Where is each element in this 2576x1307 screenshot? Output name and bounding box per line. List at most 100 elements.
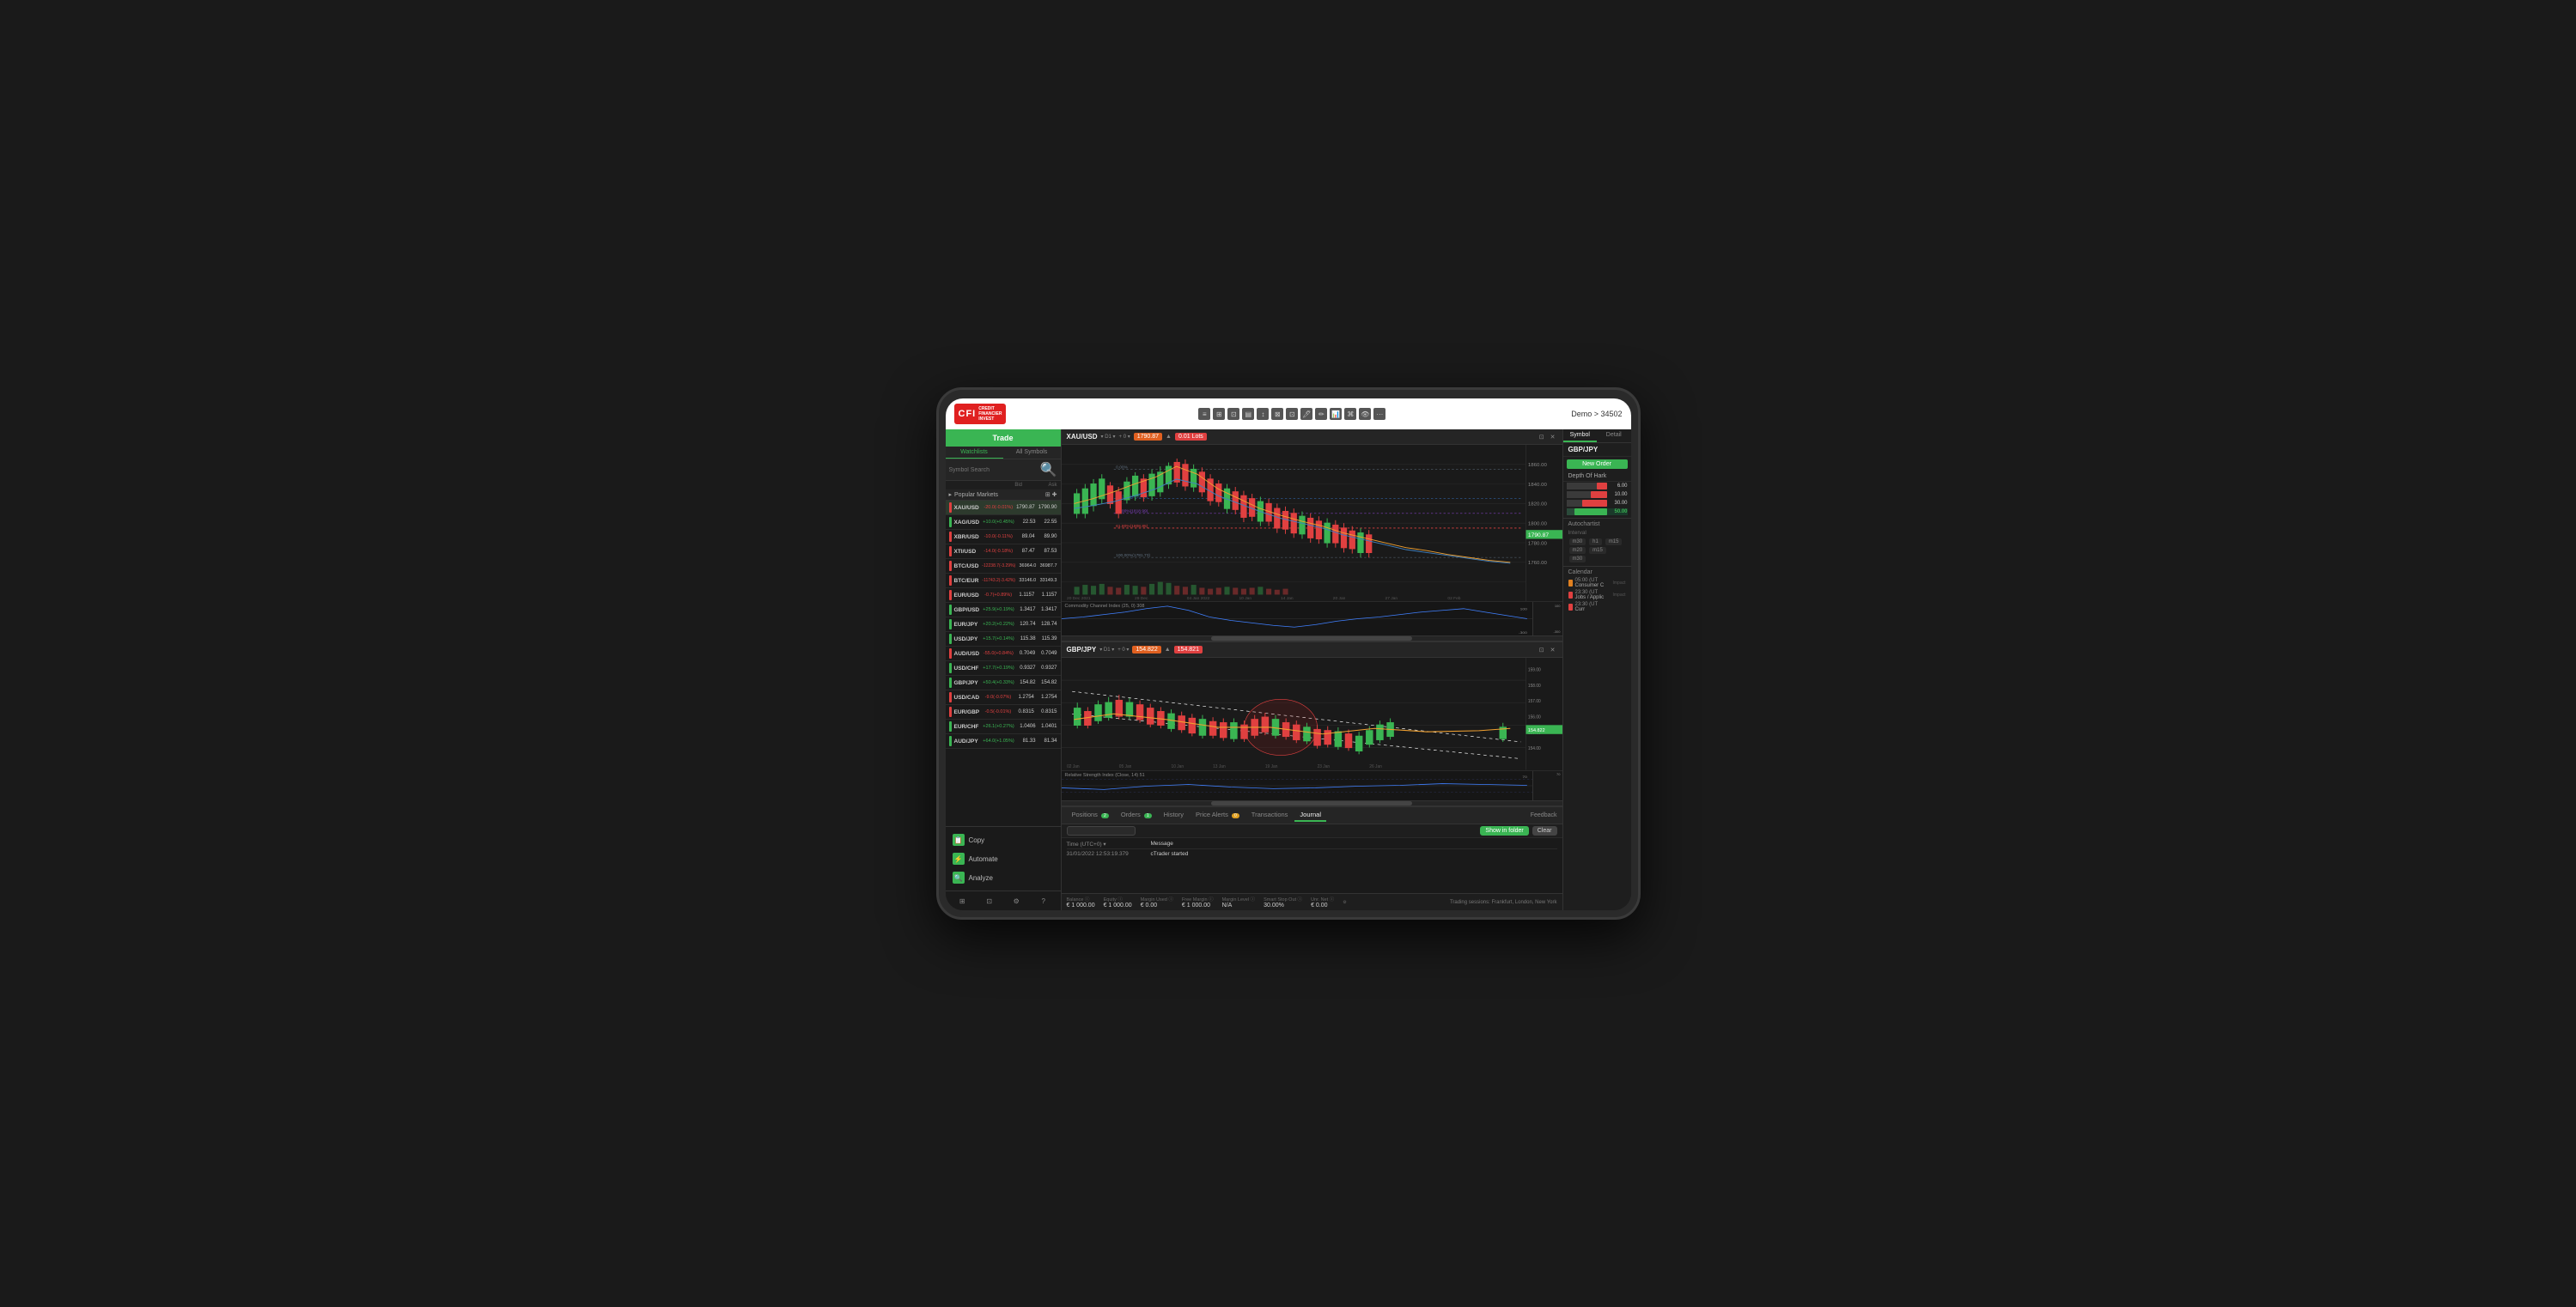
market-ask-gbpjpy: 154.82 — [1036, 680, 1057, 685]
chart2-symbol: GBP/JPY — [1067, 646, 1097, 654]
log-search-input[interactable] — [1067, 826, 1136, 836]
main-content: Trade Watchlists All Symbols 🔍 Bid Ask — [946, 429, 1631, 910]
chart2-tool-2[interactable]: ✕ — [1549, 646, 1557, 654]
toolbar-icon-8[interactable]: ✏ — [1315, 408, 1327, 420]
symbol-search-input[interactable] — [949, 467, 1038, 473]
tool-icon-2[interactable]: ⊡ — [984, 895, 996, 907]
tab-journal[interactable]: Journal — [1294, 809, 1326, 822]
market-change-btceur: -11743.2(-3.42%) — [982, 578, 1015, 583]
toolbar-icon-11[interactable]: 👁 — [1359, 408, 1371, 420]
toolbar-icon-5[interactable]: ⊠ — [1271, 408, 1283, 420]
tab-transactions[interactable]: Transactions — [1246, 809, 1294, 822]
chart1-tool-2[interactable]: ✕ — [1549, 433, 1557, 441]
toolbar-icon-menu[interactable]: ≡ — [1198, 408, 1210, 420]
market-row-audjpy[interactable]: AUD/JPY +64.0(+1.05%) 81.33 81.34 — [946, 734, 1061, 749]
toolbar-icon-more[interactable]: ··· — [1373, 408, 1385, 420]
chart1-timeframe[interactable]: ▾ D1 ▾ — [1101, 434, 1116, 440]
chart1-scrollbar[interactable] — [1062, 635, 1562, 641]
interval-h1[interactable]: h1 — [1589, 538, 1602, 545]
market-list: XAU/USD -20.0(-0.01%) 1790.87 1790.90 XA… — [946, 501, 1061, 826]
popular-markets-label: Popular Markets — [954, 492, 998, 498]
toolbar-icon-10[interactable]: ⌘ — [1344, 408, 1356, 420]
margin-used-value: € 0.00 — [1141, 903, 1173, 909]
market-row-usdcad[interactable]: USD/CAD -9.0(-0.07%) 1.2754 1.2754 — [946, 690, 1061, 705]
market-row-xagusd[interactable]: XAG/USD +10.0(+0.45%) 22.53 22.55 — [946, 515, 1061, 530]
chart1-scrollbar-thumb[interactable] — [1211, 636, 1411, 641]
market-name-xbrusd: XBR/USD — [954, 534, 984, 540]
smart-stop-label: Smart Stop Out ⓘ — [1264, 896, 1302, 903]
col-bid: Bid — [988, 483, 1023, 488]
chart2-timeframe[interactable]: ▾ D1 ▾ — [1099, 647, 1114, 653]
market-row-eurjpy[interactable]: EUR/JPY +20.2(+0.22%) 120.74 128.74 — [946, 617, 1061, 632]
calendar-label: Calendar — [1568, 569, 1626, 575]
settings-icon[interactable]: ⚙ — [1343, 900, 1346, 905]
sidebar-tools: ⊞ ⊡ ⚙ ? — [946, 891, 1061, 910]
market-row-gbpjpy[interactable]: GBP/JPY +50.4(+0.33%) 154.82 154.82 — [946, 676, 1061, 690]
menu-automate[interactable]: ⚡ Automate — [946, 849, 1061, 868]
menu-analyze[interactable]: 🔍 Analyze — [946, 868, 1061, 887]
market-row-btceur[interactable]: BTC/EUR -11743.2(-3.42%) 33146.0 33149.3 — [946, 574, 1061, 588]
column-headers: Bid Ask — [946, 481, 1061, 489]
positions-label: Positions — [1072, 811, 1098, 818]
trade-button[interactable]: Trade — [946, 429, 1061, 447]
tool-icon-help[interactable]: ? — [1038, 895, 1050, 907]
cci-indicator: Commodity Channel Index (25, 0) 308 100 … — [1062, 601, 1562, 635]
tab-symbol[interactable]: Symbol — [1563, 429, 1598, 442]
market-ask-usdjpy: 115.39 — [1036, 636, 1057, 641]
market-name-xauusd: XAU/USD — [954, 505, 984, 511]
chart2-indicator[interactable]: + 0 ▾ — [1117, 647, 1129, 653]
toolbar-icon-4[interactable]: ↕ — [1257, 408, 1269, 420]
show-folder-button[interactable]: Show in folder — [1480, 826, 1528, 836]
charts-area: XAU/USD ▾ D1 ▾ + 0 ▾ 1790.87 ▲ 0.01 Lots… — [1062, 429, 1562, 910]
chart1-tool-1[interactable]: ⊡ — [1538, 433, 1546, 441]
indicator-audjpy — [949, 736, 952, 746]
chart2-tool-1[interactable]: ⊡ — [1538, 646, 1546, 654]
interval-buttons: m30 h1 m15 m20 m15 m30 — [1568, 538, 1626, 563]
interval-m20[interactable]: m20 — [1569, 547, 1586, 554]
toolbar-icon-6[interactable]: ⊡ — [1286, 408, 1298, 420]
all-symbols-tab[interactable]: All Symbols — [1003, 447, 1061, 459]
chart1-indicator[interactable]: + 0 ▾ — [1119, 434, 1130, 440]
toolbar-icon-1[interactable]: ⊞ — [1213, 408, 1225, 420]
market-row-btcusd[interactable]: BTC/USD -12238.7(-3.29%) 36964.0 36987.7 — [946, 559, 1061, 574]
toolbar-icon-7[interactable]: 🖊 — [1300, 408, 1312, 420]
svg-text:156.00: 156.00 — [1527, 715, 1540, 720]
chart2-header: GBP/JPY ▾ D1 ▾ + 0 ▾ 154.822 ▲ 154.821 ⊡… — [1062, 642, 1562, 658]
interval-m30-2[interactable]: m30 — [1569, 556, 1586, 562]
watchlists-tab[interactable]: Watchlists — [946, 447, 1003, 459]
feedback-btn[interactable]: Feedback — [1531, 812, 1557, 818]
market-row-eurusd[interactable]: EUR/USD -0.7(+0.89%) 1.1157 1.1157 — [946, 588, 1061, 603]
toolbar-icon-3[interactable]: ▤ — [1242, 408, 1254, 420]
chart2-scrollbar-thumb[interactable] — [1211, 801, 1411, 805]
tab-history[interactable]: History — [1159, 809, 1189, 822]
market-row-xauusd[interactable]: XAU/USD -20.0(-0.01%) 1790.87 1790.90 — [946, 501, 1061, 515]
tab-price-alerts[interactable]: Price Alerts 0 — [1191, 809, 1245, 822]
tab-positions[interactable]: Positions 2 — [1067, 809, 1114, 822]
header-bar: CFI CREDITFINANCIERINVEST ≡ ⊞ ⊡ ▤ ↕ ⊠ ⊡ … — [946, 398, 1631, 429]
menu-copy[interactable]: 📋 Copy — [946, 830, 1061, 849]
depth-price-30: 30.00 — [1609, 501, 1628, 506]
tab-detail[interactable]: Detail — [1597, 429, 1631, 442]
indicator-xagusd — [949, 517, 952, 527]
market-row-audusd[interactable]: AUD/USD -55.0(+0.84%) 0.7049 0.7049 — [946, 647, 1061, 661]
tool-icon-settings[interactable]: ⚙ — [1010, 895, 1022, 907]
market-row-eurgbp[interactable]: EUR/GBP -0.5(-0.01%) 0.8315 0.8315 — [946, 705, 1061, 720]
automate-icon: ⚡ — [953, 853, 965, 865]
interval-m15-1[interactable]: m15 — [1605, 538, 1623, 545]
new-order-button[interactable]: New Order — [1567, 459, 1628, 469]
interval-m15-2[interactable]: m15 — [1589, 547, 1606, 554]
tool-icon-1[interactable]: ⊞ — [956, 895, 968, 907]
toolbar-icon-2[interactable]: ⊡ — [1227, 408, 1239, 420]
toolbar-icon-9[interactable]: 📊 — [1330, 408, 1342, 420]
market-ask-btcusd: 36987.7 — [1036, 563, 1057, 568]
calendar-text-1: Consumer C — [1575, 583, 1605, 588]
interval-m30[interactable]: m30 — [1569, 538, 1586, 545]
market-row-xtiusd[interactable]: XTI/USD -14.0(-0.18%) 87.47 87.53 — [946, 544, 1061, 559]
market-row-gbpusd[interactable]: GBP/USD +25.9(+0.19%) 1.3417 1.3417 — [946, 603, 1061, 617]
market-row-xbrusd[interactable]: XBR/USD -10.0(-0.11%) 89.04 89.90 — [946, 530, 1061, 544]
market-row-usdjpy[interactable]: USD/JPY +15.7(+0.14%) 115.38 115.39 — [946, 632, 1061, 647]
market-row-usdchf[interactable]: USD/CHF +17.7(+0.19%) 0.9327 0.9327 — [946, 661, 1061, 676]
tab-orders[interactable]: Orders 1 — [1116, 809, 1157, 822]
clear-button[interactable]: Clear — [1532, 826, 1557, 836]
market-row-eurchf[interactable]: EUR/CHF +26.1(+0.27%) 1.0406 1.0401 — [946, 720, 1061, 734]
